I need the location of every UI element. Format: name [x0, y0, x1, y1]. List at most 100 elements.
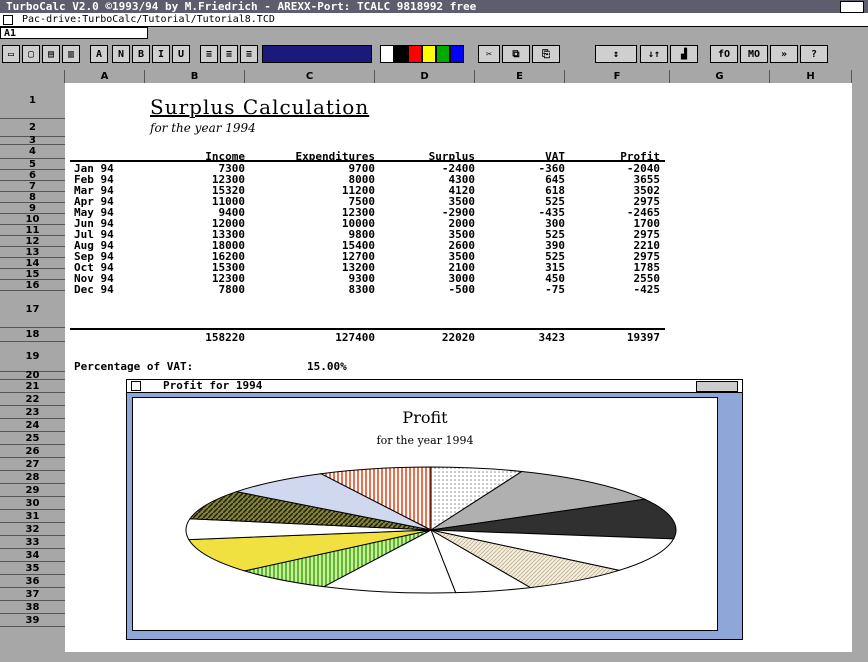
horizontal-scrollbar[interactable]: [0, 652, 868, 662]
column-header-b[interactable]: B: [145, 70, 245, 83]
sort-icon[interactable]: ↕: [595, 45, 637, 63]
column-header-c[interactable]: C: [245, 70, 375, 83]
row-header-38[interactable]: 38: [0, 601, 65, 614]
help-button[interactable]: ?: [800, 45, 828, 63]
color-white-swatch[interactable]: [380, 45, 394, 63]
row-header-36[interactable]: 36: [0, 575, 65, 588]
row-header-34[interactable]: 34: [0, 549, 65, 562]
total-income[interactable]: 158220: [150, 331, 245, 344]
row-header-23[interactable]: 23: [0, 406, 65, 419]
close-icon[interactable]: [3, 15, 13, 25]
cut-icon[interactable]: ✂: [478, 45, 500, 63]
row-header-18[interactable]: 18: [0, 328, 65, 342]
cell-profit-12[interactable]: -425: [575, 283, 661, 296]
depth-gadget-icon[interactable]: [840, 1, 864, 13]
vat-label[interactable]: Percentage of VAT:: [74, 360, 193, 373]
chart-window[interactable]: Profit for 1994 Profit for the year 1994: [126, 379, 743, 640]
cell-vat-12[interactable]: -75: [485, 283, 565, 296]
row-header-11[interactable]: 11: [0, 225, 65, 236]
vertical-scrollbar[interactable]: [852, 70, 868, 655]
align-center-icon[interactable]: ≡: [220, 45, 238, 63]
chart-close-icon[interactable]: [131, 381, 141, 391]
paste-icon[interactable]: ⎘: [532, 45, 560, 63]
color-green-swatch[interactable]: [436, 45, 450, 63]
row-header-20[interactable]: 20: [0, 371, 65, 381]
cell-expenditures-12[interactable]: 8300: [245, 283, 376, 296]
row-header-9[interactable]: 9: [0, 203, 65, 214]
row-header-7[interactable]: 7: [0, 181, 65, 192]
row-header-17[interactable]: 17: [0, 291, 65, 328]
total-surplus[interactable]: 22020: [385, 331, 475, 344]
sheet-subtitle[interactable]: for the year 1994: [150, 121, 256, 135]
color-yellow-swatch[interactable]: [422, 45, 436, 63]
new-file-icon[interactable]: ▭: [2, 45, 20, 63]
color-blue-swatch[interactable]: [450, 45, 464, 63]
row-header-26[interactable]: 26: [0, 445, 65, 458]
font-icon[interactable]: A: [90, 45, 108, 63]
row-header-39[interactable]: 39: [0, 614, 65, 627]
color-black-swatch[interactable]: [394, 45, 408, 63]
document-title-bar[interactable]: Pac-drive:TurboCalc/Tutorial/Tutorial8.T…: [0, 13, 868, 27]
corner-cell[interactable]: [0, 70, 65, 83]
column-header-e[interactable]: E: [475, 70, 565, 83]
row-header-13[interactable]: 13: [0, 247, 65, 258]
function-button[interactable]: fO: [710, 45, 738, 63]
row-header-3[interactable]: 3: [0, 136, 65, 146]
italic-button[interactable]: I: [152, 45, 170, 63]
column-header-a[interactable]: A: [65, 70, 145, 83]
cell-surplus-12[interactable]: -500: [385, 283, 476, 296]
normal-style-button[interactable]: N: [112, 45, 130, 63]
row-header-6[interactable]: 6: [0, 170, 65, 181]
copy-icon[interactable]: ⧉: [502, 45, 530, 63]
total-vat[interactable]: 3423: [485, 331, 566, 344]
row-header-31[interactable]: 31: [0, 510, 65, 523]
chart-icon[interactable]: ▟: [670, 45, 698, 63]
row-header-5[interactable]: 5: [0, 159, 65, 170]
total-profit[interactable]: 19397: [575, 331, 660, 344]
row-header-4[interactable]: 4: [0, 145, 65, 159]
row-header-28[interactable]: 28: [0, 471, 65, 484]
sort-order-icon[interactable]: ↓↑: [640, 45, 668, 63]
row-header-8[interactable]: 8: [0, 192, 65, 203]
save-file-icon[interactable]: ▤: [42, 45, 60, 63]
row-header-37[interactable]: 37: [0, 588, 65, 601]
ascii-icon[interactable]: »: [770, 45, 798, 63]
cell-month-12[interactable]: Dec 94: [74, 283, 144, 296]
row-header-22[interactable]: 22: [0, 393, 65, 406]
app-title-bar[interactable]: TurboCalc V2.0 ©1993/94 by M.Friedrich -…: [0, 0, 868, 13]
bold-button[interactable]: B: [132, 45, 150, 63]
color-palette[interactable]: [262, 45, 372, 63]
row-header-24[interactable]: 24: [0, 419, 65, 432]
row-header-14[interactable]: 14: [0, 258, 65, 269]
vat-value[interactable]: 15.00%: [307, 360, 347, 373]
row-header-1[interactable]: 1: [0, 83, 65, 119]
row-header-12[interactable]: 12: [0, 236, 65, 247]
cell-income-12[interactable]: 7800: [150, 283, 246, 296]
row-header-16[interactable]: 16: [0, 280, 65, 291]
row-header-21[interactable]: 21: [0, 380, 65, 393]
row-header-19[interactable]: 19: [0, 342, 65, 372]
total-expenditures[interactable]: 127400: [245, 331, 375, 344]
column-header-h[interactable]: H: [770, 70, 852, 83]
row-header-30[interactable]: 30: [0, 497, 65, 510]
chart-zoom-icon[interactable]: [696, 381, 738, 392]
align-left-icon[interactable]: ≡: [200, 45, 218, 63]
column-header-f[interactable]: F: [565, 70, 670, 83]
sheet-title[interactable]: Surplus Calculation: [150, 95, 369, 119]
column-header-d[interactable]: D: [375, 70, 475, 83]
row-header-15[interactable]: 15: [0, 269, 65, 280]
align-right-icon[interactable]: ≡: [240, 45, 258, 63]
underline-button[interactable]: U: [172, 45, 190, 63]
row-header-35[interactable]: 35: [0, 562, 65, 575]
print-icon[interactable]: ▥: [62, 45, 80, 63]
row-header-27[interactable]: 27: [0, 458, 65, 471]
chart-title-bar[interactable]: Profit for 1994: [127, 380, 742, 393]
row-header-32[interactable]: 32: [0, 523, 65, 536]
row-header-10[interactable]: 10: [0, 214, 65, 225]
color-red-swatch[interactable]: [408, 45, 422, 63]
row-header-29[interactable]: 29: [0, 484, 65, 497]
macro-button[interactable]: MO: [740, 45, 768, 63]
open-file-icon[interactable]: ▢: [22, 45, 40, 63]
column-header-g[interactable]: G: [670, 70, 770, 83]
row-header-25[interactable]: 25: [0, 432, 65, 445]
